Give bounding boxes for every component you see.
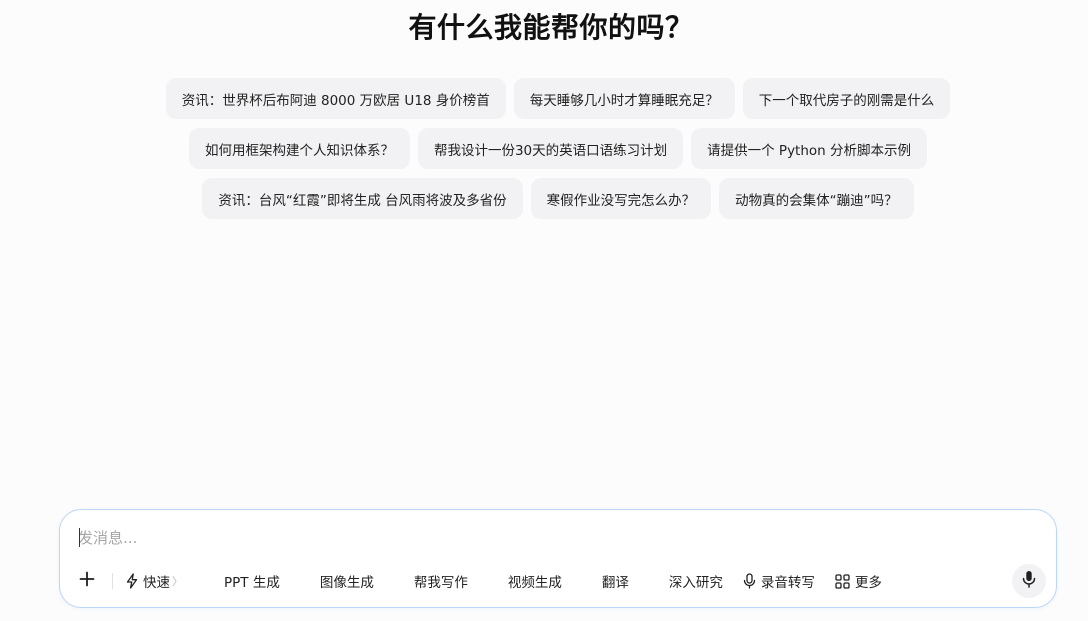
- image-generate-label: 图像生成: [319, 575, 374, 591]
- microphone-icon: [1022, 570, 1036, 592]
- suggestion-row: 资讯：台风“红霞”即将生成 台风雨将波及多省份 寒假作业没写完怎么办？ 动物真的…: [0, 178, 1088, 219]
- mode-selector[interactable]: 快速 〉: [125, 568, 183, 594]
- suggestion-chip[interactable]: 帮我设计一份30天的英语口语练习计划: [417, 128, 684, 169]
- microphone-icon: [743, 573, 756, 589]
- message-composer: 快速 〉 PPT 生成 图像生成 帮我写作 视频生成 翻译 深入研究: [59, 509, 1057, 608]
- deep-research-label: 深入研究: [668, 575, 723, 591]
- suggestion-chip[interactable]: 寒假作业没写完怎么办？: [530, 178, 712, 219]
- transcribe-label: 录音转写: [760, 575, 815, 591]
- lightning-icon: [125, 573, 139, 589]
- mode-label: 快速: [143, 575, 170, 591]
- message-input[interactable]: [78, 526, 978, 550]
- suggestion-row: 如何用框架构建个人知识体系？ 帮我设计一份30天的英语口语练习计划 请提供一个 …: [0, 128, 1088, 169]
- transcribe-button[interactable]: 录音转写: [743, 568, 815, 594]
- suggestion-chip[interactable]: 下一个取代房子的刚需是什么: [742, 78, 951, 119]
- suggestion-chip[interactable]: 动物真的会集体“蹦迪”吗？: [719, 178, 914, 219]
- more-tools-button[interactable]: 更多: [835, 568, 882, 594]
- translate-label: 翻译: [601, 575, 629, 591]
- writing-assist-label: 帮我写作: [413, 575, 468, 591]
- suggestion-chip[interactable]: 如何用框架构建个人知识体系？: [188, 128, 410, 169]
- toolbar-divider: [112, 573, 113, 589]
- chat-home: 有什么我能帮你的吗？ 资讯：世界杯后布阿迪 8000 万欧居 U18 身价榜首 …: [0, 0, 1088, 621]
- ppt-generate-label: PPT 生成: [224, 575, 280, 591]
- voice-input-button[interactable]: [1012, 564, 1046, 598]
- composer-toolbar: 快速 〉 PPT 生成 图像生成 帮我写作 视频生成 翻译 深入研究 录音转写 …: [74, 568, 882, 594]
- writing-assist-button[interactable]: 帮我写作: [414, 568, 468, 594]
- image-generate-button[interactable]: 图像生成: [320, 568, 374, 594]
- video-generate-button[interactable]: 视频生成: [508, 568, 562, 594]
- ppt-generate-button[interactable]: PPT 生成: [224, 568, 280, 594]
- text-caret: [79, 528, 80, 547]
- plus-icon: [79, 571, 95, 591]
- suggestion-chip[interactable]: 资讯：台风“红霞”即将生成 台风雨将波及多省份: [202, 178, 523, 219]
- more-tools-label: 更多: [854, 575, 882, 591]
- chevron-right-icon: 〉: [172, 575, 183, 588]
- page-title: 有什么我能帮你的吗？: [408, 11, 694, 44]
- video-generate-label: 视频生成: [507, 575, 562, 591]
- deep-research-button[interactable]: 深入研究: [669, 568, 723, 594]
- suggestion-row: 资讯：世界杯后布阿迪 8000 万欧居 U18 身价榜首 每天睡够几小时才算睡眠…: [0, 78, 1088, 119]
- suggestion-chip[interactable]: 资讯：世界杯后布阿迪 8000 万欧居 U18 身价榜首: [165, 78, 506, 119]
- add-attachment-button[interactable]: [74, 568, 100, 594]
- suggestion-chip[interactable]: 请提供一个 Python 分析脚本示例: [691, 128, 928, 169]
- translate-button[interactable]: 翻译: [602, 568, 629, 594]
- suggestion-chip[interactable]: 每天睡够几小时才算睡眠充足？: [513, 78, 735, 119]
- grid-icon: [835, 573, 850, 589]
